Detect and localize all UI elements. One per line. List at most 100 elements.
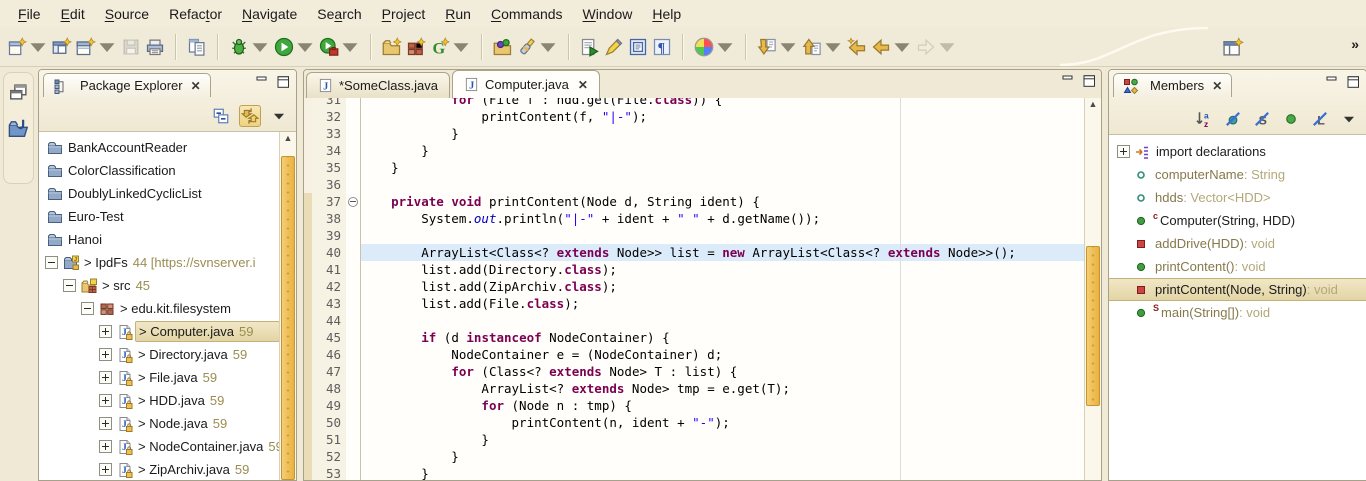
hide-fields-button[interactable] — [1222, 108, 1244, 130]
tree-item-node-java[interactable]: J> Node.java59 — [39, 412, 280, 435]
tree-item-euro-test[interactable]: Euro-Test — [39, 205, 280, 228]
annotation-ruler-cell[interactable] — [304, 380, 312, 397]
debug-button[interactable] — [227, 35, 272, 59]
line-number[interactable]: 48 — [312, 380, 346, 397]
line-number[interactable]: 44 — [312, 312, 346, 329]
menu-run[interactable]: Run — [435, 2, 481, 26]
member-adddrive-hdd-[interactable]: addDrive(HDD) : void — [1109, 232, 1366, 255]
annotation-ruler-cell[interactable] — [304, 329, 312, 346]
member-computername[interactable]: computerName : String — [1109, 163, 1366, 186]
package-explorer-tab[interactable]: Package Explorer ✕ — [43, 73, 211, 97]
fold-ruler-cell[interactable] — [346, 244, 361, 261]
tree-expander[interactable] — [99, 371, 112, 384]
minimize-button[interactable] — [1062, 75, 1075, 87]
line-number[interactable]: 36 — [312, 176, 346, 193]
member-computer-string-hdd-[interactable]: cComputer(String, HDD) — [1109, 209, 1366, 232]
run-button[interactable] — [272, 35, 317, 59]
fold-ruler-cell[interactable] — [346, 363, 361, 380]
annotation-ruler-cell[interactable] — [304, 431, 312, 448]
editor-tab--someclass-java[interactable]: J*SomeClass.java — [306, 72, 450, 98]
dropdown-caret-icon[interactable] — [28, 37, 48, 57]
sort-az-button[interactable]: az — [1193, 108, 1215, 130]
tree-item-ziparchiv-java[interactable]: J> ZipArchiv.java59 — [39, 458, 280, 480]
line-number[interactable]: 39 — [312, 227, 346, 244]
print-button[interactable] — [143, 35, 167, 59]
code-text[interactable]: list.add(File.class); — [361, 295, 1085, 312]
code-text[interactable]: if (d instanceof NodeContainer) { — [361, 329, 1085, 346]
code-text[interactable]: for (Class<? extends Node> T : list) { — [361, 363, 1085, 380]
member-main-string-[interactable]: Smain(String[]) : void — [1109, 301, 1366, 324]
annotation-ruler-cell[interactable] — [304, 108, 312, 125]
code-text[interactable] — [361, 176, 1085, 193]
code-text[interactable]: } — [361, 448, 1085, 465]
dropdown-caret-icon[interactable] — [250, 37, 270, 57]
toolbar-overflow-chevron[interactable]: » — [1351, 36, 1358, 52]
new-package-button[interactable] — [404, 35, 428, 59]
code-text[interactable]: printContent(n, ident + "-"); — [361, 414, 1085, 431]
fold-ruler-cell[interactable] — [346, 125, 361, 142]
new-java-project-button[interactable] — [380, 35, 404, 59]
code-text[interactable]: } — [361, 159, 1085, 176]
menu-commands[interactable]: Commands — [481, 2, 573, 26]
code-text[interactable]: list.add(ZipArchiv.class); — [361, 278, 1085, 295]
new-class-button[interactable]: G — [428, 35, 473, 59]
tree-expander[interactable] — [99, 348, 112, 361]
maximize-button[interactable] — [1347, 76, 1360, 88]
tree-expander[interactable] — [63, 279, 76, 292]
tree-item-directory-java[interactable]: J> Directory.java59 — [39, 343, 280, 366]
fold-ruler-cell[interactable] — [346, 98, 361, 108]
fold-ruler-cell[interactable] — [346, 261, 361, 278]
fold-ruler-cell[interactable] — [346, 346, 361, 363]
new-view-button[interactable] — [74, 35, 119, 59]
annotation-ruler-cell[interactable] — [304, 312, 312, 329]
dropdown-caret-icon[interactable] — [892, 37, 912, 57]
members-close-icon[interactable]: ✕ — [1212, 79, 1222, 93]
line-number[interactable]: 33 — [312, 125, 346, 142]
tree-item-doublylinkedcycliclist[interactable]: DoublyLinkedCyclicList — [39, 182, 280, 205]
perspective-button[interactable] — [1220, 35, 1246, 61]
package-explorer-scrollbar[interactable]: ▲ — [279, 132, 296, 480]
collapse-all-button[interactable] — [210, 105, 232, 127]
code-text[interactable]: ArrayList<? extends Node> tmp = e.get(T)… — [361, 380, 1085, 397]
fold-ruler-cell[interactable] — [346, 380, 361, 397]
copy-resource-button[interactable] — [185, 35, 209, 59]
next-annotation-button[interactable] — [755, 35, 800, 59]
fold-ruler-cell[interactable] — [346, 278, 361, 295]
menu-project[interactable]: Project — [372, 2, 436, 26]
annotation-ruler-cell[interactable] — [304, 210, 312, 227]
new-window-button[interactable] — [50, 35, 74, 59]
new-wizard-button[interactable] — [5, 35, 50, 59]
tree-item-bankaccountreader[interactable]: BankAccountReader — [39, 136, 280, 159]
annotation-ruler-cell[interactable] — [304, 98, 312, 108]
menu-edit[interactable]: Edit — [51, 2, 95, 26]
code-text[interactable]: for (Node n : tmp) { — [361, 397, 1085, 414]
line-number[interactable]: 50 — [312, 414, 346, 431]
member-printcontent-[interactable]: printContent() : void — [1109, 255, 1366, 278]
fold-ruler-cell[interactable] — [346, 448, 361, 465]
prev-annotation-button[interactable] — [800, 35, 845, 59]
tree-item-nodecontainer-java[interactable]: J> NodeContainer.java59 — [39, 435, 280, 458]
view-menu-button[interactable] — [268, 105, 290, 127]
line-number[interactable]: 34 — [312, 142, 346, 159]
maximize-button[interactable] — [277, 76, 290, 88]
line-number[interactable]: 47 — [312, 363, 346, 380]
fold-ruler-cell[interactable] — [346, 329, 361, 346]
fold-ruler-cell[interactable] — [346, 176, 361, 193]
fold-ruler-cell[interactable] — [346, 227, 361, 244]
fold-collapse-icon[interactable] — [348, 197, 358, 207]
line-number[interactable]: 37 — [312, 193, 346, 210]
code-text[interactable]: System.out.println("|-" + ident + " " + … — [361, 210, 1085, 227]
open-type-button[interactable] — [491, 35, 515, 59]
minimize-button[interactable] — [1326, 76, 1339, 88]
code-text[interactable]: printContent(f, "|-"); — [361, 108, 1085, 125]
scrollbar-thumb[interactable] — [1086, 246, 1100, 406]
annotation-ruler-cell[interactable] — [304, 244, 312, 261]
menu-source[interactable]: Source — [95, 2, 159, 26]
open-folder-j-button[interactable] — [8, 117, 30, 139]
line-number[interactable]: 35 — [312, 159, 346, 176]
annotation-ruler-cell[interactable] — [304, 295, 312, 312]
hide-local-button[interactable]: L — [1309, 108, 1331, 130]
maximize-button[interactable] — [1083, 75, 1096, 87]
fold-ruler-cell[interactable] — [346, 397, 361, 414]
view-menu-button[interactable] — [1338, 108, 1360, 130]
